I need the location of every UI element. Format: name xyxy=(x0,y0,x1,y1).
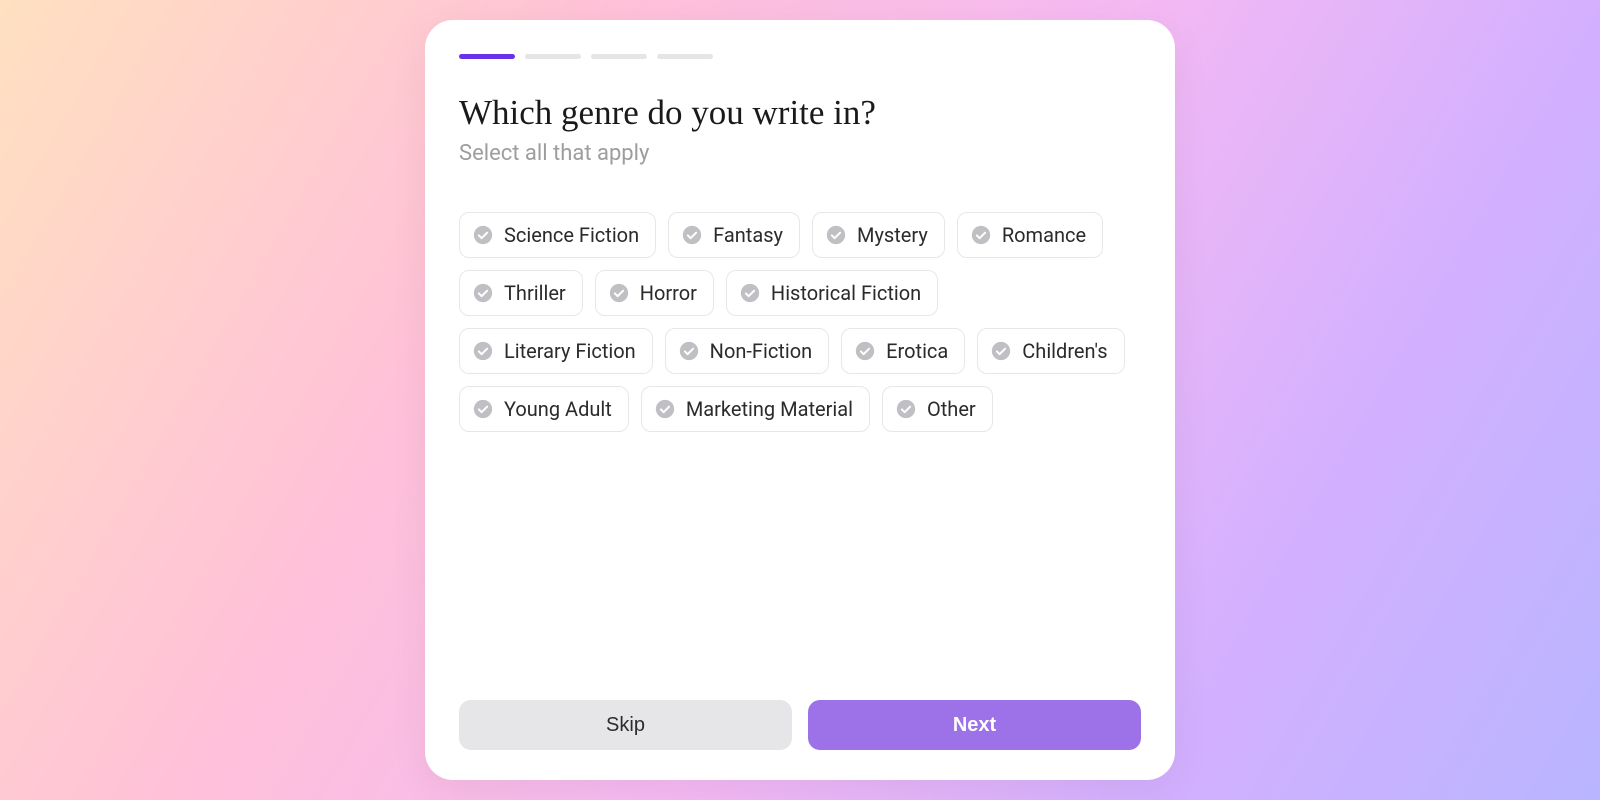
check-circle-icon xyxy=(654,398,676,420)
genre-chip[interactable]: Mystery xyxy=(812,212,945,258)
footer-actions: Skip Next xyxy=(459,700,1141,750)
genre-chip[interactable]: Historical Fiction xyxy=(726,270,938,316)
check-circle-icon xyxy=(472,398,494,420)
genre-chip-label: Historical Fiction xyxy=(771,281,921,305)
genre-chip[interactable]: Literary Fiction xyxy=(459,328,653,374)
check-circle-icon xyxy=(472,340,494,362)
genre-chip[interactable]: Romance xyxy=(957,212,1103,258)
check-circle-icon xyxy=(608,282,630,304)
progress-step-2 xyxy=(525,54,581,59)
genre-chip[interactable]: Other xyxy=(882,386,993,432)
question-heading: Which genre do you write in? xyxy=(459,93,1141,133)
genre-chip[interactable]: Young Adult xyxy=(459,386,629,432)
check-circle-icon xyxy=(472,224,494,246)
progress-indicator xyxy=(459,54,1141,59)
genre-chip[interactable]: Fantasy xyxy=(668,212,800,258)
genre-chip-label: Children's xyxy=(1022,339,1107,363)
genre-chip-group: Science Fiction Fantasy Mystery Romance … xyxy=(459,212,1141,432)
progress-step-1 xyxy=(459,54,515,59)
onboarding-card: Which genre do you write in? Select all … xyxy=(425,20,1175,780)
genre-chip-label: Marketing Material xyxy=(686,397,853,421)
genre-chip[interactable]: Science Fiction xyxy=(459,212,656,258)
check-circle-icon xyxy=(970,224,992,246)
genre-chip-label: Thriller xyxy=(504,281,566,305)
check-circle-icon xyxy=(895,398,917,420)
check-circle-icon xyxy=(990,340,1012,362)
genre-chip-label: Other xyxy=(927,397,976,421)
check-circle-icon xyxy=(854,340,876,362)
genre-chip[interactable]: Children's xyxy=(977,328,1124,374)
progress-step-3 xyxy=(591,54,647,59)
genre-chip-label: Literary Fiction xyxy=(504,339,636,363)
genre-chip[interactable]: Non-Fiction xyxy=(665,328,830,374)
genre-chip[interactable]: Erotica xyxy=(841,328,965,374)
genre-chip-label: Science Fiction xyxy=(504,223,639,247)
genre-chip[interactable]: Thriller xyxy=(459,270,583,316)
question-subheading: Select all that apply xyxy=(459,141,1141,166)
check-circle-icon xyxy=(825,224,847,246)
check-circle-icon xyxy=(678,340,700,362)
genre-chip-label: Mystery xyxy=(857,223,928,247)
genre-chip-label: Non-Fiction xyxy=(710,339,813,363)
check-circle-icon xyxy=(739,282,761,304)
genre-chip-label: Young Adult xyxy=(504,397,612,421)
next-button[interactable]: Next xyxy=(808,700,1141,750)
skip-button[interactable]: Skip xyxy=(459,700,792,750)
genre-chip-label: Horror xyxy=(640,281,697,305)
genre-chip-label: Erotica xyxy=(886,339,948,363)
check-circle-icon xyxy=(472,282,494,304)
genre-chip-label: Fantasy xyxy=(713,223,783,247)
genre-chip[interactable]: Marketing Material xyxy=(641,386,870,432)
genre-chip-label: Romance xyxy=(1002,223,1086,247)
check-circle-icon xyxy=(681,224,703,246)
genre-chip[interactable]: Horror xyxy=(595,270,714,316)
progress-step-4 xyxy=(657,54,713,59)
